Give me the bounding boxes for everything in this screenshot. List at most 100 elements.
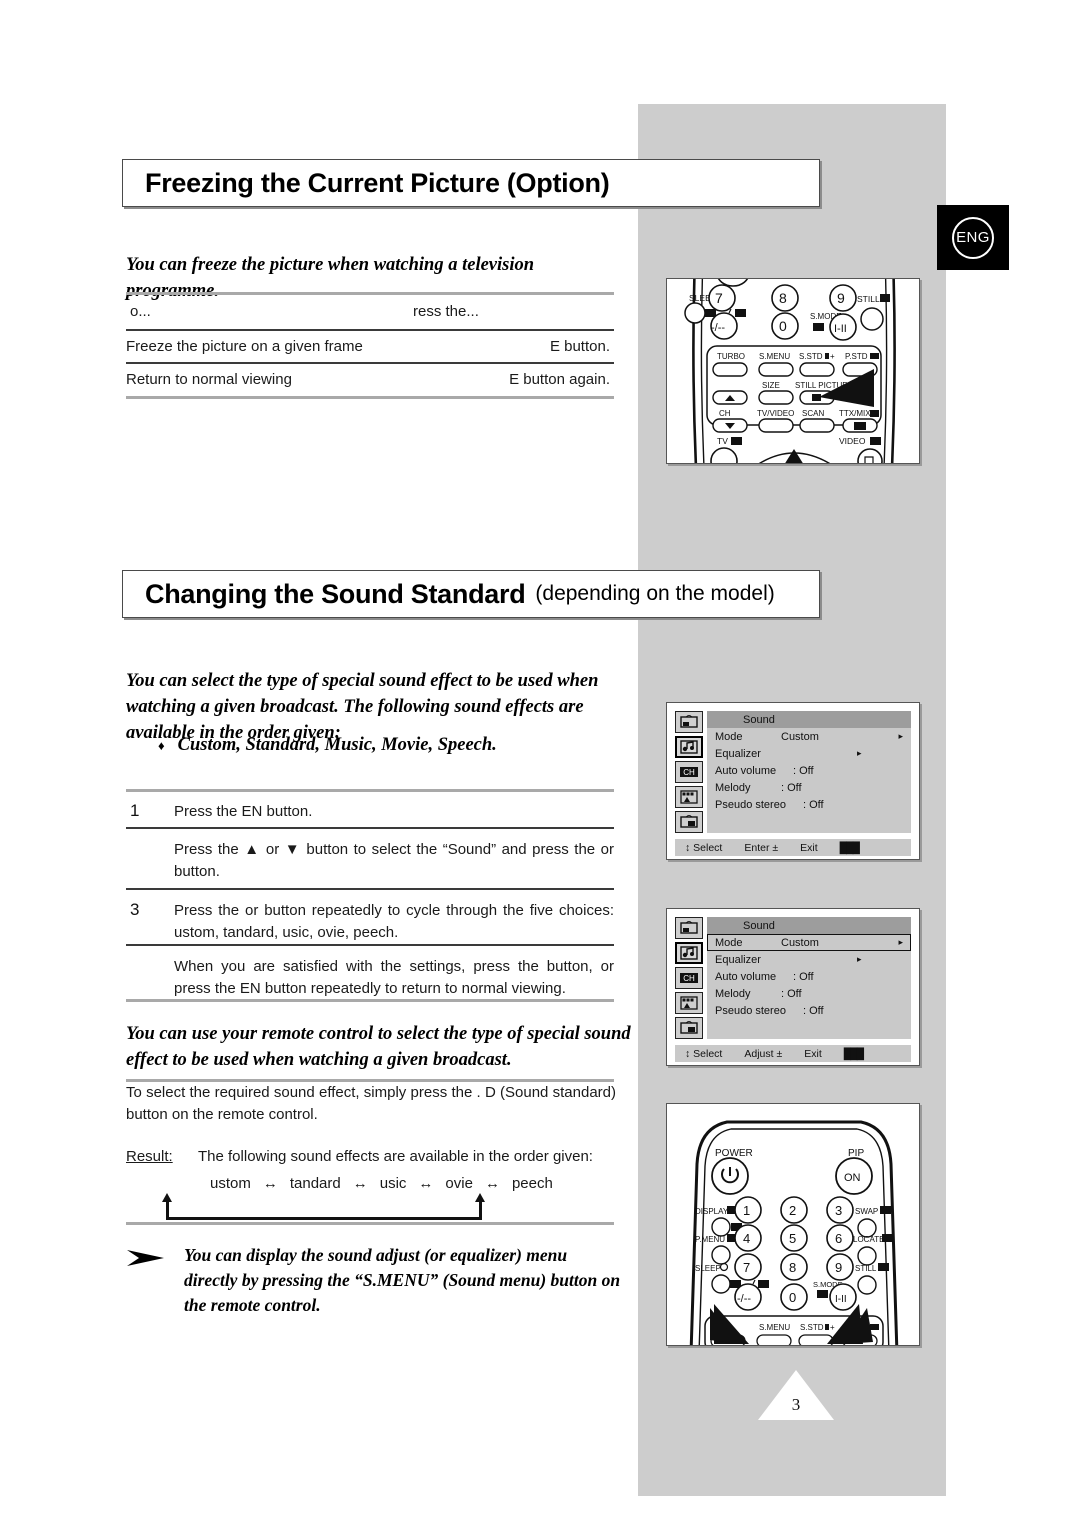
svg-text:7: 7 — [743, 1260, 750, 1275]
cycle-arrow-icon: ↔ — [262, 1175, 278, 1192]
osd-row-pseudo-stereo[interactable]: Pseudo stereo : Off — [707, 1002, 911, 1019]
osd-row-value: Custom — [781, 730, 819, 743]
osd-panel: Sound Mode Custom ▸ Equalizer ▸ Auto vol… — [707, 917, 911, 1039]
svg-text:CH: CH — [683, 768, 695, 777]
remote-instructions: To select the required sound effect, sim… — [126, 1082, 616, 1220]
osd-row-melody[interactable]: Melody : Off — [707, 779, 911, 796]
svg-text:LOCATE: LOCATE — [853, 1235, 884, 1244]
cycle-item: ustom — [210, 1175, 251, 1192]
osd-footer: ↕ Select Adjust ± Exit ███ — [675, 1045, 911, 1062]
osd-row-pseudo-stereo[interactable]: Pseudo stereo : Off — [707, 796, 911, 813]
loop-arrow-left-icon — [162, 1193, 172, 1220]
cycle-arrow-icon: ↔ — [352, 1175, 368, 1192]
step-item: Press the ▲ or ▼ button to select the “S… — [126, 830, 614, 892]
step-number: 3 — [130, 900, 140, 919]
chevron-right-icon: ▸ — [857, 954, 862, 964]
section2-title: Changing the Sound Standard — [145, 578, 526, 609]
setup-icon[interactable] — [675, 992, 703, 1014]
loop-arrow-right-icon — [475, 1193, 485, 1220]
menu-bars-icon: ███ — [843, 1047, 864, 1060]
language-badge: ENG — [937, 205, 1009, 270]
osd-row-label: Melody — [715, 987, 751, 1000]
svg-text:SIZE: SIZE — [762, 381, 780, 390]
osd-row-mode[interactable]: Mode Custom ▸ — [707, 728, 911, 745]
table-cell-press: E button. — [549, 338, 610, 355]
svg-text:9: 9 — [837, 290, 845, 306]
setup-icon[interactable] — [675, 786, 703, 808]
table-bottom-rule — [126, 396, 614, 399]
osd-row-equalizer[interactable]: Equalizer ▸ — [707, 745, 911, 762]
table-header-action: o... — [130, 303, 151, 320]
svg-text:5: 5 — [789, 1231, 796, 1246]
svg-text:9: 9 — [835, 1260, 842, 1275]
svg-text:8: 8 — [789, 1260, 796, 1275]
osd-row-mode[interactable]: Mode Custom ▸ — [707, 934, 911, 951]
osd-row-equalizer[interactable]: Equalizer ▸ — [707, 951, 911, 968]
sound-icon[interactable] — [675, 736, 703, 758]
osd-row-value: : Off — [803, 798, 824, 811]
diamond-icon: ♦ — [158, 738, 165, 753]
cycle-loop-indicator — [162, 1193, 485, 1220]
svg-text:DISPLAY: DISPLAY — [695, 1207, 729, 1216]
osd-row-label: Pseudo stereo — [715, 798, 786, 811]
osd-footer-enter: Enter ± — [744, 841, 779, 854]
remote-control-image-bottom: POWER PIP ON DISPLAY 1 2 3 SWAP P.MENU 4… — [666, 1103, 920, 1346]
loop-bar — [166, 1217, 482, 1220]
osd-row-melody[interactable]: Melody : Off — [707, 985, 911, 1002]
svg-text:SWAP: SWAP — [855, 1207, 878, 1216]
osd-row-value: : Off — [781, 781, 802, 794]
osd-row-label: Auto volume — [715, 764, 777, 777]
svg-text:6: 6 — [835, 1231, 842, 1246]
cycle-item: tandard — [289, 1175, 341, 1192]
language-badge-label: ENG — [952, 216, 994, 259]
osd-row-label: Equalizer — [715, 747, 761, 760]
svg-text:SLEEP: SLEEP — [695, 1264, 721, 1273]
svg-text:4: 4 — [743, 1231, 750, 1246]
osd-row-label: Mode — [715, 730, 743, 743]
osd-row-auto-volume[interactable]: Auto volume : Off — [707, 762, 911, 779]
svg-text:-/--: -/-- — [711, 322, 725, 334]
channel-icon[interactable]: CH — [675, 967, 703, 989]
osd-row-value: : Off — [803, 1004, 824, 1017]
cycle-arrow-icon: ↔ — [418, 1175, 434, 1192]
step-text: Press the ▲ or ▼ button to select the “S… — [174, 841, 614, 880]
manual-page: ENG Freezing the Current Picture (Option… — [0, 0, 1080, 1528]
svg-text:+: + — [830, 1323, 835, 1332]
svg-text:TV: TV — [717, 436, 728, 446]
osd-row-value: : Off — [793, 764, 814, 777]
pip-icon[interactable] — [675, 811, 703, 833]
osd-footer-exit: Exit — [804, 1047, 822, 1060]
osd-footer: ↕ Select Enter ± Exit ███ — [675, 839, 911, 856]
osd-row-auto-volume[interactable]: Auto volume : Off — [707, 968, 911, 985]
picture-icon[interactable] — [675, 917, 703, 939]
cycle-item: ovie — [445, 1175, 473, 1192]
svg-text:S.MENU: S.MENU — [759, 1323, 790, 1332]
sound-icon[interactable] — [675, 942, 703, 964]
osd-row-label: Pseudo stereo — [715, 1004, 786, 1017]
svg-text:+: + — [830, 352, 835, 361]
remote-bottom-rule — [126, 1222, 614, 1225]
steps-bottom-rule — [126, 999, 614, 1002]
pip-icon[interactable] — [675, 1017, 703, 1039]
step-rule-1 — [126, 827, 614, 829]
cycle-item: usic — [379, 1175, 407, 1192]
channel-icon[interactable]: CH — [675, 761, 703, 783]
result-text: The following sound effects are availabl… — [198, 1148, 593, 1165]
sound-cycle-list: ustom ↔ tandard ↔ usic ↔ ovie ↔ peech — [210, 1175, 616, 1192]
osd-row-label: Equalizer — [715, 953, 761, 966]
osd-footer-exit: Exit — [800, 841, 818, 854]
sound-modes-list: Custom, Standard, Music, Movie, Speech. — [177, 735, 497, 755]
osd-row-label: Mode — [715, 936, 743, 949]
osd-sound-menu-1: CH Sound Mode Custom ▸ Equalizer ▸ Auto … — [666, 702, 920, 860]
step-rule-3 — [126, 944, 614, 946]
result-row: Result: The following sound effects are … — [126, 1148, 616, 1165]
picture-icon[interactable] — [675, 711, 703, 733]
svg-text:S.MENU: S.MENU — [759, 352, 790, 361]
section-heading-freezing: Freezing the Current Picture (Option) — [122, 159, 820, 207]
osd-row-spacer — [707, 813, 911, 830]
step-number — [126, 839, 174, 883]
osd-row-label: Auto volume — [715, 970, 777, 983]
svg-text:POWER: POWER — [715, 1148, 753, 1159]
osd-icon-column: CH — [675, 917, 707, 1039]
table-cell-press: E button again. — [509, 371, 610, 388]
